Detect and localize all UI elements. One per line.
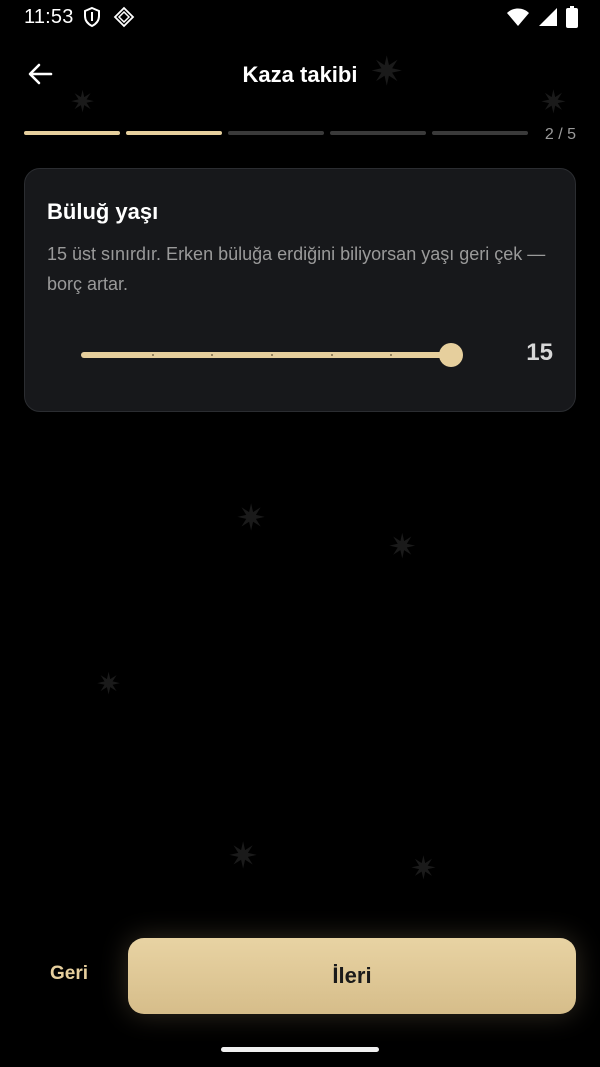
slider-fill: [81, 352, 451, 358]
step-progress: [24, 131, 528, 137]
progress-segment: [432, 131, 528, 135]
decorative-star-icon: ✷: [228, 835, 259, 876]
top-app-bar: Kaza takibi: [0, 50, 600, 102]
slider-tick: [330, 354, 333, 356]
puberty-age-card: Büluğ yaşı 15 üst sınırdır. Erken büluğa…: [24, 168, 576, 412]
card-description: 15 üst sınırdır. Erken büluğa erdiğini b…: [47, 244, 546, 294]
step-counter: 2 / 5: [544, 126, 576, 143]
decorative-star-icon: ✷: [96, 668, 122, 701]
status-time: 11:53: [24, 6, 74, 28]
status-bar: 11:53: [0, 0, 600, 36]
slider-thumb[interactable]: [439, 343, 463, 367]
app-notification-icon: [113, 6, 135, 33]
slider-tick: [271, 354, 273, 356]
page-title: Kaza takibi: [242, 62, 358, 87]
next-button[interactable]: İleri: [128, 938, 576, 1014]
progress-segment: [126, 131, 222, 135]
age-slider[interactable]: [81, 341, 463, 369]
slider-tick: [151, 354, 154, 356]
battery-icon: [566, 6, 578, 33]
decorative-star-icon: ✷: [410, 850, 437, 886]
home-indicator: [221, 1047, 379, 1052]
decorative-star-icon: ✷: [236, 497, 267, 538]
back-text-button[interactable]: Geri: [50, 963, 88, 985]
progress-segment: [228, 131, 324, 135]
progress-segment: [24, 131, 120, 135]
card-title: Büluğ yaşı: [47, 199, 159, 224]
progress-segment: [330, 131, 426, 135]
signal-icon: [538, 7, 558, 32]
decorative-star-icon: ✷: [388, 528, 417, 566]
shield-icon: [82, 6, 102, 33]
slider-value: 15: [526, 339, 553, 366]
wifi-icon: [506, 7, 530, 32]
